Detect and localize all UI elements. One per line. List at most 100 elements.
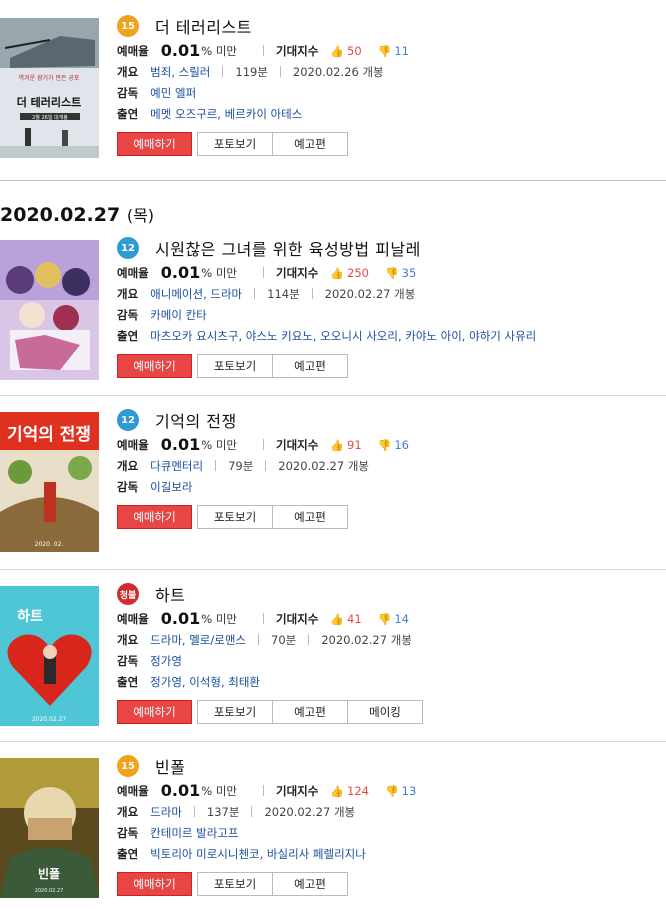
like-count[interactable]: 👍 250 bbox=[330, 266, 369, 280]
booking-rate: 0.01 bbox=[160, 263, 201, 282]
cast-label: 출연 bbox=[117, 106, 139, 121]
genre[interactable]: 범죄, 스릴러 bbox=[150, 64, 210, 80]
overview-label: 개요 bbox=[117, 286, 139, 301]
cast[interactable]: 마츠오카 요시츠구, 야스노 키요노, 오오니시 사오리, 카야노 아이, 야하… bbox=[150, 328, 536, 344]
runtime: 137분 bbox=[206, 804, 240, 819]
booking-rate: 0.01 bbox=[160, 781, 201, 800]
cast-label: 출연 bbox=[117, 328, 139, 343]
like-count[interactable]: 👍 50 bbox=[330, 44, 361, 58]
photo-button[interactable]: 포토보기 bbox=[197, 505, 273, 529]
movie-title[interactable]: 빈폴 bbox=[155, 754, 185, 778]
thumbs-down-icon: 👎 bbox=[377, 44, 392, 58]
photo-button[interactable]: 포토보기 bbox=[197, 354, 273, 378]
release-date: 2020.02.26 개봉 bbox=[292, 64, 384, 79]
director-label: 감독 bbox=[117, 85, 139, 100]
movie-info: 청불 하트 예매율 0.01 % 미만 기대지수 👍 41 👎 14 개요 드라마,… bbox=[117, 580, 657, 724]
trailer-button[interactable]: 예고편 bbox=[272, 505, 348, 529]
director-label: 감독 bbox=[117, 307, 139, 322]
overview-label: 개요 bbox=[117, 64, 139, 79]
release-date: 2020.02.27 개봉 bbox=[321, 632, 412, 647]
movie-poster[interactable]: 하트 2020.02.27 bbox=[0, 586, 99, 726]
movie-title[interactable]: 더 테러리스트 bbox=[155, 14, 252, 38]
movie-title[interactable]: 시원찮은 그녀를 위한 육성방법 피날레 bbox=[155, 236, 421, 260]
rate-label: 예매율 bbox=[117, 611, 149, 626]
poster-title: 더 테러리스트 bbox=[17, 95, 82, 109]
rate-suffix: % 미만 bbox=[201, 611, 237, 626]
poster-title: 빈폴 bbox=[38, 866, 60, 881]
divider bbox=[0, 395, 666, 396]
thumbs-up-icon: 👍 bbox=[330, 266, 345, 280]
movie-poster[interactable]: 기억의 전쟁 2020. 02. bbox=[0, 412, 99, 552]
dislike-count[interactable]: 👎 11 bbox=[378, 44, 409, 58]
genre[interactable]: 애니메이션, 드라마 bbox=[150, 286, 242, 302]
rate-suffix: % 미만 bbox=[201, 437, 237, 452]
director[interactable]: 칸테미르 발라고프 bbox=[150, 825, 238, 841]
movie-title[interactable]: 기억의 전쟁 bbox=[155, 408, 237, 432]
trailer-button[interactable]: 예고편 bbox=[272, 872, 348, 896]
thumbs-down-icon: 👎 bbox=[384, 266, 399, 280]
overview-label: 개요 bbox=[117, 458, 139, 473]
runtime: 79분 bbox=[228, 458, 254, 473]
divider bbox=[0, 569, 666, 570]
cast-label: 출연 bbox=[117, 846, 139, 861]
overview-label: 개요 bbox=[117, 804, 139, 819]
movie-info: 15 빈폴 예매율 0.01 % 미만 기대지수 👍 124 👎 13 개요 드라마… bbox=[117, 752, 657, 896]
movie-poster[interactable] bbox=[0, 240, 99, 380]
dislike-count[interactable]: 👎 13 bbox=[385, 784, 416, 798]
thumbs-up-icon: 👍 bbox=[330, 784, 345, 798]
like-count[interactable]: 👍 91 bbox=[330, 438, 361, 452]
expect-label: 기대지수 bbox=[275, 437, 319, 452]
photo-button[interactable]: 포토보기 bbox=[197, 700, 273, 724]
booking-rate: 0.01 bbox=[160, 609, 201, 628]
poster-date: 2월 26일 대개봉 bbox=[32, 114, 68, 121]
genre[interactable]: 다큐멘터리 bbox=[150, 458, 203, 474]
age-rating-badge: 청불 bbox=[117, 583, 139, 605]
cast[interactable]: 빅토리아 미로시니첸코, 바실리사 페렐리지나 bbox=[150, 846, 366, 862]
trailer-button[interactable]: 예고편 bbox=[272, 132, 348, 156]
poster-tagline: 역겨운 광기가 만든 공포 bbox=[19, 74, 80, 82]
making-button[interactable]: 메이킹 bbox=[347, 700, 423, 724]
trailer-button[interactable]: 예고편 bbox=[272, 700, 348, 724]
thumbs-down-icon: 👎 bbox=[377, 438, 392, 452]
like-count[interactable]: 👍 124 bbox=[330, 784, 369, 798]
director[interactable]: 이길보라 bbox=[150, 479, 192, 495]
book-button[interactable]: 예매하기 bbox=[117, 505, 192, 529]
director[interactable]: 정가영 bbox=[150, 653, 182, 669]
rate-label: 예매율 bbox=[117, 265, 149, 280]
book-button[interactable]: 예매하기 bbox=[117, 132, 192, 156]
photo-button[interactable]: 포토보기 bbox=[197, 872, 273, 896]
director-label: 감독 bbox=[117, 825, 139, 840]
cast[interactable]: 정가영, 이석형, 최태환 bbox=[150, 674, 260, 690]
rate-suffix: % 미만 bbox=[201, 43, 237, 58]
rate-suffix: % 미만 bbox=[201, 783, 237, 798]
director-label: 감독 bbox=[117, 479, 139, 494]
date-header-dow: (목) bbox=[126, 206, 155, 225]
like-count[interactable]: 👍 41 bbox=[330, 612, 361, 626]
dislike-count[interactable]: 👎 35 bbox=[385, 266, 416, 280]
runtime: 114분 bbox=[267, 286, 300, 301]
trailer-button[interactable]: 예고편 bbox=[272, 354, 348, 378]
dislike-count[interactable]: 👎 16 bbox=[378, 438, 409, 452]
poster-title: 하트 bbox=[17, 608, 43, 625]
director[interactable]: 카메이 칸타 bbox=[150, 307, 207, 323]
divider bbox=[0, 741, 666, 742]
dislike-count[interactable]: 👎 14 bbox=[378, 612, 409, 626]
book-button[interactable]: 예매하기 bbox=[117, 354, 192, 378]
age-rating-badge: 12 bbox=[117, 237, 139, 259]
rate-label: 예매율 bbox=[117, 437, 149, 452]
movie-title[interactable]: 하트 bbox=[155, 582, 185, 606]
book-button[interactable]: 예매하기 bbox=[117, 872, 192, 896]
rate-suffix: % 미만 bbox=[201, 265, 237, 280]
genre[interactable]: 드라마 bbox=[150, 804, 182, 820]
movie-poster[interactable]: 역겨운 광기가 만든 공포 더 테러리스트 2월 26일 대개봉 bbox=[0, 18, 99, 158]
release-date: 2020.02.27 개봉 bbox=[264, 804, 356, 819]
genre[interactable]: 드라마, 멜로/로맨스 bbox=[150, 632, 246, 648]
director[interactable]: 예민 엘퍼 bbox=[150, 85, 196, 101]
director-label: 감독 bbox=[117, 653, 139, 668]
thumbs-up-icon: 👍 bbox=[330, 612, 345, 626]
book-button[interactable]: 예매하기 bbox=[117, 700, 192, 724]
photo-button[interactable]: 포토보기 bbox=[197, 132, 273, 156]
booking-rate: 0.01 bbox=[160, 435, 201, 454]
cast[interactable]: 메멧 오즈구르, 베르카이 아테스 bbox=[150, 106, 302, 122]
movie-poster[interactable]: 빈폴 2020.02.27 bbox=[0, 758, 99, 898]
